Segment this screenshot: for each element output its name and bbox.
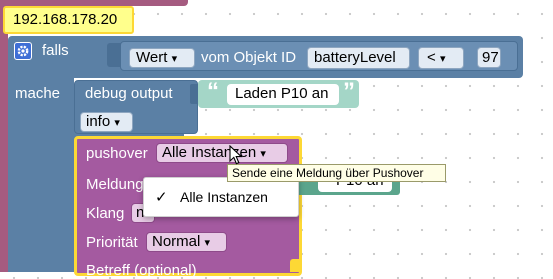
value-dropdown[interactable]: Wert [129, 48, 195, 68]
top-block-left-strip [0, 0, 8, 272]
checkmark-icon: ✓ [155, 189, 168, 206]
instance-dropdown[interactable]: Alle Instanzen [156, 143, 288, 163]
mouse-cursor-icon [229, 145, 243, 165]
subject-input-notch [290, 259, 302, 272]
debug-output-label: debug output [85, 85, 173, 102]
falls-label: falls [42, 42, 69, 59]
condition-connector [107, 43, 121, 67]
operator-dropdown[interactable]: < [418, 47, 464, 69]
if-do-block-body [8, 72, 74, 272]
object-id-value: batteryLevel [314, 49, 396, 66]
priority-label: Priorität [86, 234, 138, 251]
sound-label: Klang [86, 205, 125, 222]
message-label: Meldung [86, 176, 144, 193]
debug-level-label: info [86, 113, 111, 130]
string-value: Laden P10 an [235, 85, 329, 102]
operator-label: < [427, 49, 436, 66]
gear-icon[interactable] [14, 42, 32, 60]
instance-dropdown-menu[interactable]: ✓ Alle Instanzen [143, 177, 299, 217]
value-dropdown-label: Wert [136, 49, 168, 66]
mache-label: mache [15, 85, 61, 102]
priority-dropdown[interactable]: Normal [146, 232, 227, 252]
pushover-label: pushover [86, 145, 148, 162]
object-id-field[interactable]: batteryLevel [307, 47, 410, 69]
debug-level-dropdown[interactable]: info [80, 112, 133, 132]
dropdown-option-label: Alle Instanzen [180, 189, 268, 205]
string-value-field[interactable]: Laden P10 an [227, 84, 339, 105]
tooltip-text: Sende eine Meldung über Pushover [232, 166, 424, 180]
tooltip: Sende eine Meldung über Pushover [227, 164, 446, 182]
open-quote-icon: “ [207, 78, 219, 105]
subject-label: Betreff (optional) [86, 262, 197, 279]
dropdown-option-all-instances[interactable]: ✓ Alle Instanzen [144, 185, 298, 209]
priority-dropdown-label: Normal [152, 233, 201, 250]
close-quote-icon: ” [343, 78, 355, 105]
ip-address-text: 192.168.178.20 [13, 11, 118, 28]
object-id-text: vom Objekt ID [201, 49, 297, 66]
number-value: 97 [482, 49, 499, 66]
number-field[interactable]: 97 [477, 47, 501, 68]
ip-address-block[interactable]: 192.168.178.20 [3, 6, 134, 34]
